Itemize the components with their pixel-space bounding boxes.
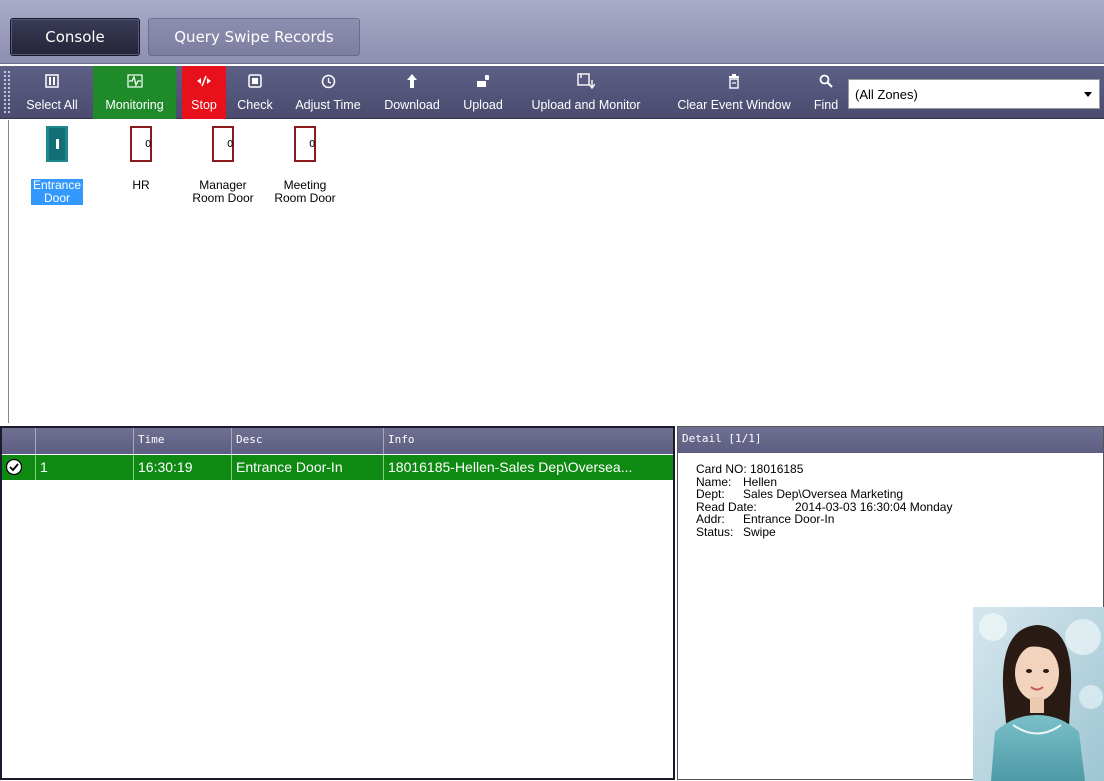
- door-name: HR: [132, 178, 150, 192]
- clear-event-window-button[interactable]: Clear Event Window: [664, 66, 804, 119]
- upload-and-monitor-button[interactable]: Upload and Monitor: [515, 66, 657, 119]
- table-row[interactable]: 1 16:30:19 Entrance Door-In 18016185-Hel…: [2, 455, 673, 480]
- door-open-icon: [46, 126, 68, 162]
- upload-icon: [475, 72, 491, 90]
- find-button[interactable]: Find: [808, 66, 844, 119]
- upload-label: Upload: [463, 98, 503, 112]
- check-icon: [248, 72, 262, 90]
- stop-button[interactable]: Stop: [182, 66, 226, 119]
- top-header-bar: Console Query Swipe Records: [0, 0, 1104, 64]
- query-swipe-records-button[interactable]: Query Swipe Records: [148, 18, 360, 56]
- check-circle-icon: [5, 458, 23, 476]
- select-all-label: Select All: [26, 98, 78, 112]
- column-header-status[interactable]: [2, 428, 36, 454]
- detail-panel: Detail [1/1] Card NO: 18016185 Name: Hell…: [677, 426, 1104, 781]
- door-item-meeting-room[interactable]: 0 Meeting Room Door: [265, 126, 345, 205]
- stop-icon: [196, 72, 212, 90]
- trash-icon: [727, 72, 741, 90]
- upload-button[interactable]: Upload: [456, 66, 510, 119]
- detail-dept: Dept: Sales Dep\Oversea Marketing: [696, 487, 904, 501]
- download-button[interactable]: Download: [376, 66, 448, 119]
- door-item-hr[interactable]: 0 HR: [101, 126, 181, 192]
- door-item-entrance[interactable]: Entrance Door: [17, 126, 97, 205]
- zone-select-value: (All Zones): [855, 86, 918, 102]
- clear-event-window-label: Clear Event Window: [677, 98, 791, 112]
- adjust-time-button[interactable]: Adjust Time: [284, 66, 372, 119]
- event-grid: Time Desc Info 1 16:30:19 Entrance Door-…: [0, 426, 675, 780]
- row-status-cell: [2, 455, 36, 480]
- row-time-cell: 16:30:19: [134, 455, 232, 480]
- check-button[interactable]: Check: [230, 66, 280, 119]
- toolbar-grip[interactable]: [3, 70, 11, 115]
- detail-status: Status: Swipe: [696, 524, 776, 539]
- detail-card-no: Card NO: 18016185: [696, 462, 804, 476]
- monitoring-label: Monitoring: [105, 98, 164, 112]
- download-arrow-icon: [406, 72, 418, 90]
- select-all-button[interactable]: Select All: [12, 66, 92, 119]
- door-closed-icon: 0: [294, 126, 316, 162]
- clock-icon: [321, 72, 336, 90]
- zone-select[interactable]: (All Zones): [848, 79, 1100, 109]
- find-label: Find: [813, 98, 839, 112]
- door-item-manager-room[interactable]: 0 Manager Room Door: [183, 126, 263, 205]
- console-button[interactable]: Console: [10, 18, 140, 56]
- door-counter: 0: [227, 139, 233, 150]
- monitoring-button[interactable]: Monitoring: [93, 66, 176, 119]
- door-name: Meeting Room Door: [274, 178, 336, 205]
- row-desc-cell: Entrance Door-In: [232, 455, 384, 480]
- download-label: Download: [384, 98, 440, 112]
- console-label: Console: [45, 28, 105, 46]
- door-counter: 0: [309, 139, 315, 150]
- column-header-info[interactable]: Info: [384, 428, 673, 454]
- door-counter: 0: [145, 139, 151, 150]
- check-label: Check: [237, 98, 273, 112]
- stop-label: Stop: [191, 98, 217, 112]
- query-label: Query Swipe Records: [174, 28, 334, 46]
- upload-monitor-icon: [577, 72, 595, 90]
- detail-addr: Addr: Entrance Door-In: [696, 512, 835, 526]
- event-grid-header: Time Desc Info: [2, 428, 673, 454]
- door-panel: Entrance Door 0 HR 0 Manager Room Door 0 M…: [8, 120, 1104, 423]
- detail-header: Detail [1/1]: [678, 427, 1103, 453]
- column-header-no[interactable]: [36, 428, 134, 454]
- row-no-cell: 1: [36, 455, 134, 480]
- door-closed-icon: 0: [130, 126, 152, 162]
- door-closed-icon: 0: [212, 126, 234, 162]
- door-name: Entrance Door: [30, 178, 84, 205]
- row-info-cell: 18016185-Hellen-Sales Dep\Oversea...: [388, 459, 633, 475]
- detail-body: Card NO: 18016185 Name: Hellen Dept: Sales…: [696, 463, 952, 538]
- monitoring-icon: [126, 72, 143, 90]
- chevron-down-icon: [1084, 92, 1092, 97]
- column-header-time[interactable]: Time: [134, 428, 232, 454]
- upload-and-monitor-label: Upload and Monitor: [531, 98, 641, 112]
- select-all-icon: [45, 72, 59, 90]
- search-icon: [819, 72, 833, 90]
- adjust-time-label: Adjust Time: [295, 98, 361, 112]
- door-name: Manager Room Door: [192, 178, 254, 205]
- cardholder-photo: [973, 607, 1104, 781]
- column-header-desc[interactable]: Desc: [232, 428, 384, 454]
